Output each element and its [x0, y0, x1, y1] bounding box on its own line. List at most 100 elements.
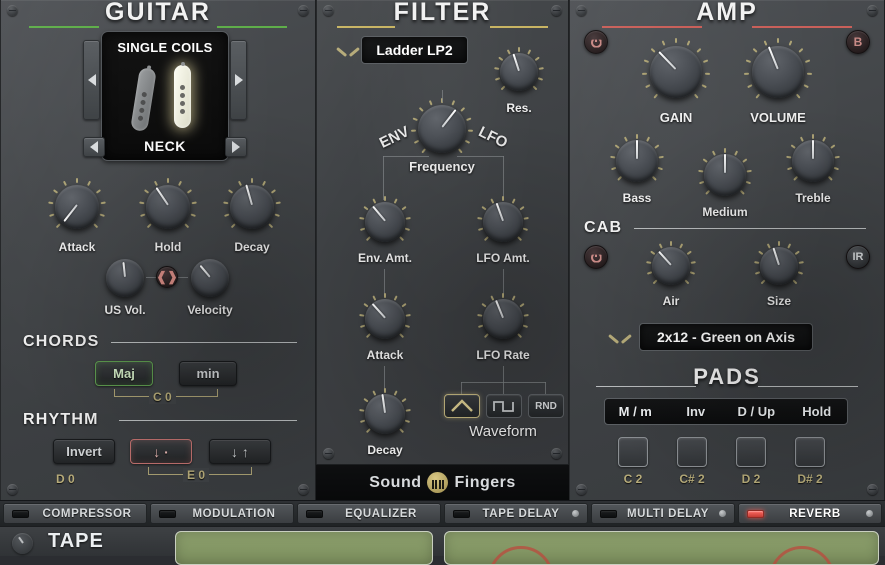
filter-panel: FILTER Ladder LP2 Res. Frequency ENV LFO [316, 0, 569, 500]
waveform-square-button[interactable] [486, 394, 522, 418]
env-chain-line [384, 269, 385, 296]
pad-mode-mm[interactable]: M / m [605, 399, 666, 424]
led-indicator[interactable] [453, 509, 470, 518]
knob-treble[interactable]: Treble [786, 134, 840, 205]
knob-label: Size [766, 294, 791, 308]
knob-gain[interactable]: GAIN [642, 38, 710, 125]
knob-lfo-rate[interactable]: LFO Rate [476, 293, 530, 362]
tab-reverb[interactable]: REVERB [738, 503, 882, 524]
cab-ir-button[interactable]: IR [846, 245, 870, 269]
knob-bass[interactable]: Bass [610, 134, 664, 205]
plugin-window: GUITAR SINGLE COILS NECK Attack Hold Dec… [0, 0, 885, 565]
knob-label: LFO Amt. [476, 251, 530, 265]
pad-note-cs2: C# 2 [679, 472, 705, 486]
tape-display-right[interactable] [444, 531, 879, 565]
knob-frequency[interactable]: Frequency [409, 98, 475, 174]
link-toggle-button[interactable]: ❰❱ [156, 266, 178, 288]
knob-filter-attack[interactable]: Attack [359, 293, 411, 362]
pickup-next-button[interactable] [230, 40, 247, 120]
chords-rule [111, 342, 297, 343]
led-indicator[interactable] [159, 509, 176, 518]
rhythm-invert-button[interactable]: Invert [53, 439, 115, 464]
pad-button-c2[interactable] [618, 437, 648, 467]
knob-filter-decay[interactable]: Decay [359, 388, 411, 457]
tab-label: COMPRESSOR [42, 507, 132, 520]
rhythm-note: E 0 [183, 468, 210, 482]
tab-modulation[interactable]: MODULATION [150, 503, 294, 524]
knob-label: Treble [795, 191, 831, 205]
knob-volume[interactable]: VOLUME [744, 38, 812, 125]
tape-display-left[interactable] [175, 531, 433, 565]
brand-first: Sound [369, 473, 422, 491]
tab-status-dot [719, 510, 726, 517]
tape-mix-knob[interactable] [12, 533, 33, 554]
tab-tape-delay[interactable]: TAPE DELAY [444, 503, 588, 524]
knob-velocity[interactable]: Velocity [187, 257, 233, 317]
pickup-position-next-button[interactable] [225, 137, 247, 157]
pad-mode-hold[interactable]: Hold [787, 399, 848, 424]
pad-mode-dup[interactable]: D / Up [726, 399, 787, 424]
knob-us-vol[interactable]: US Vol. [104, 257, 146, 317]
pad-button-cs2[interactable] [677, 437, 707, 467]
wave-leg-3 [545, 382, 546, 394]
cab-preset-dropdown[interactable]: 2x12 - Green on Axis [639, 323, 813, 351]
knob-label: LFO Rate [476, 348, 530, 362]
led-indicator[interactable] [600, 509, 617, 518]
screw [576, 484, 587, 495]
lfo-route-line [503, 156, 504, 200]
pads-rule-left [596, 386, 696, 387]
tape-module-strip: TAPE [0, 526, 885, 565]
pad-button-d2[interactable] [736, 437, 766, 467]
chord-maj-button[interactable]: Maj [95, 361, 153, 386]
knob-size[interactable]: Size [754, 241, 804, 308]
knob-env-amount[interactable]: Env. Amt. [358, 196, 412, 265]
knob-label: Velocity [187, 303, 233, 317]
pad-button-ds2[interactable] [795, 437, 825, 467]
pad-note-ds2: D# 2 [797, 472, 823, 486]
pad-mode-inv[interactable]: Inv [666, 399, 727, 424]
tab-multi-delay[interactable]: MULTI DELAY [591, 503, 735, 524]
rhythm-down-dot-button[interactable]: ↓ · [130, 439, 192, 464]
amp-bypass-button[interactable]: B [846, 30, 870, 54]
pickup-prev-button[interactable] [83, 40, 100, 120]
guitar-rule-right [217, 26, 287, 28]
knob-decay[interactable]: Decay [223, 178, 281, 254]
filter-type-dropdown[interactable]: Ladder LP2 [361, 36, 468, 64]
guitar-panel: GUITAR SINGLE COILS NECK Attack Hold Dec… [0, 0, 316, 500]
env-route-line-h [383, 156, 429, 157]
knob-resonance[interactable]: Res. [494, 47, 544, 115]
knob-label: Medium [702, 205, 748, 219]
tab-label: MODULATION [192, 507, 276, 520]
lfo-route-line-h [457, 156, 504, 157]
amp-panel: AMP B GAIN VOLUME Bass Medium Treble CAB… [569, 0, 885, 500]
pad-note-d2: D 2 [741, 472, 761, 486]
pickup-position-prev-button[interactable] [83, 137, 105, 157]
rhythm-rule [119, 420, 297, 421]
knob-air[interactable]: Air [646, 241, 696, 308]
screw [298, 484, 309, 495]
chevron-down-icon[interactable] [338, 47, 358, 58]
knob-attack[interactable]: Attack [48, 178, 106, 254]
knob-hold[interactable]: Hold [139, 178, 197, 254]
led-indicator[interactable] [12, 509, 29, 518]
wave-leg-1 [461, 382, 462, 394]
pickup-position-label: NECK [144, 138, 186, 154]
tape-module-label: TAPE [48, 530, 104, 552]
waveform-triangle-button[interactable] [444, 394, 480, 418]
cab-chevron-down-icon[interactable] [610, 334, 630, 345]
wave-stem [503, 366, 504, 382]
filter-rule-right [490, 26, 548, 28]
chords-label: CHORDS [23, 333, 100, 350]
knob-lfo-amount[interactable]: LFO Amt. [476, 196, 530, 265]
cab-power-button[interactable] [584, 245, 608, 269]
led-indicator[interactable] [747, 509, 764, 518]
rhythm-down-up-button[interactable]: ↓ ↑ [209, 439, 271, 464]
waveform-random-label: RND [535, 400, 557, 412]
waveform-random-button[interactable]: RND [528, 394, 564, 418]
amp-power-button[interactable] [584, 30, 608, 54]
tab-equalizer[interactable]: EQUALIZER [297, 503, 441, 524]
tab-compressor[interactable]: COMPRESSOR [3, 503, 147, 524]
pads-mode-strip: M / m Inv D / Up Hold [604, 398, 848, 425]
chord-min-button[interactable]: min [179, 361, 237, 386]
led-indicator[interactable] [306, 509, 323, 518]
